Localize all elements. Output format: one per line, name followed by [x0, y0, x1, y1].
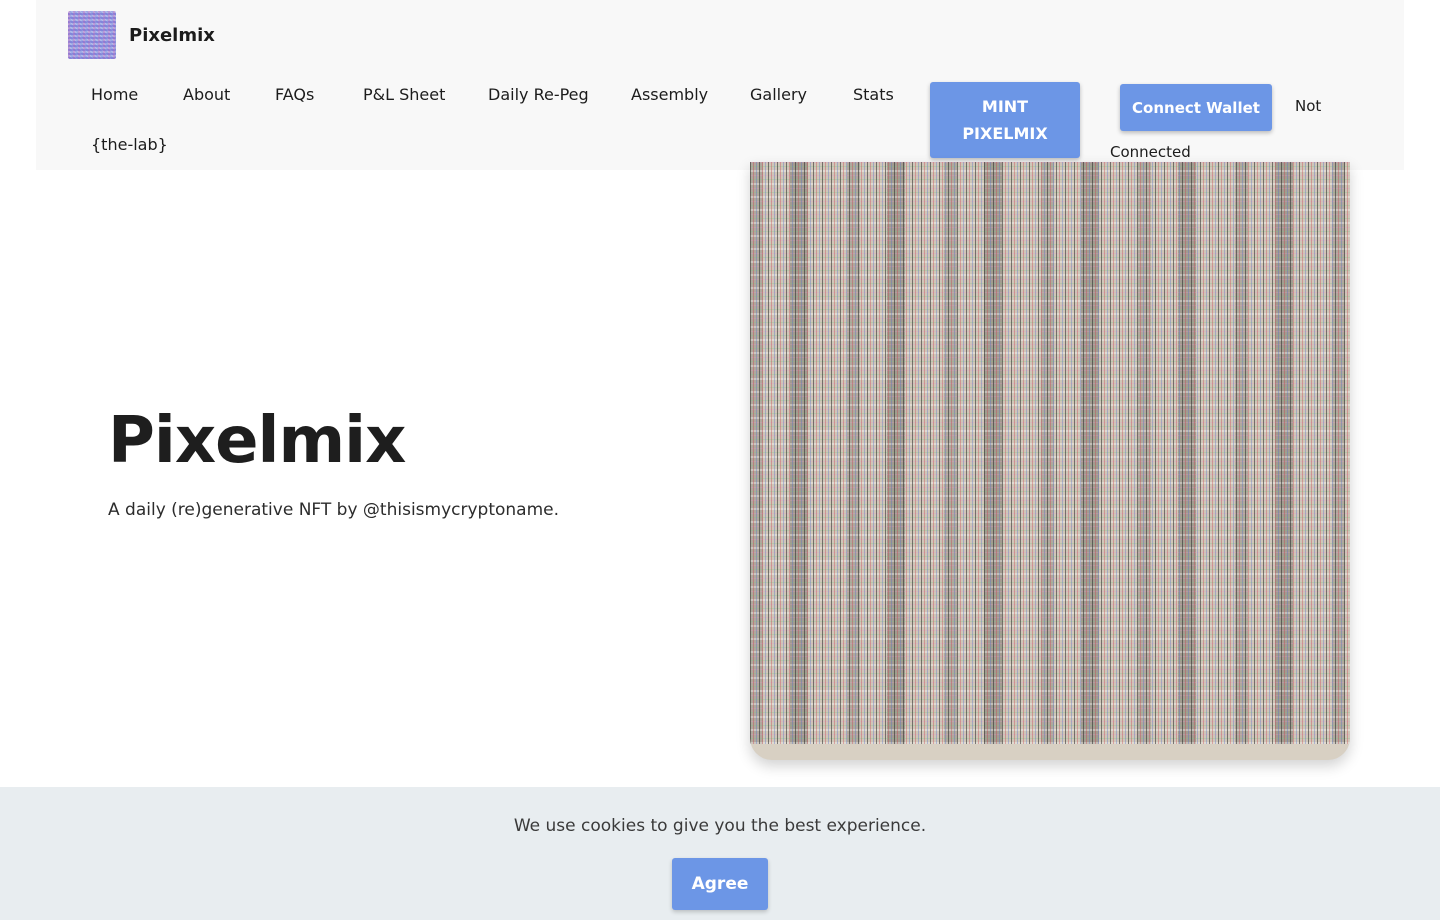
cookie-message: We use cookies to give you the best expe… — [513, 816, 927, 836]
nav-assembly[interactable]: Assembly — [631, 85, 708, 104]
nav-gallery[interactable]: Gallery — [750, 85, 807, 104]
site-header: Pixelmix Home About FAQs P&L Sheet Daily… — [36, 0, 1404, 170]
connect-wallet-button[interactable]: Connect Wallet — [1120, 84, 1272, 131]
nav-stats[interactable]: Stats — [853, 85, 894, 104]
agree-button[interactable]: Agree — [672, 858, 768, 910]
mint-button-line1: MINT — [981, 97, 1029, 116]
nav-pl-sheet[interactable]: P&L Sheet — [363, 85, 445, 104]
nav-about[interactable]: About — [183, 85, 230, 104]
mint-button-line2: PIXELMIX — [962, 124, 1048, 143]
nav-home[interactable]: Home — [91, 85, 138, 104]
wallet-status-line1: Not — [1295, 97, 1322, 115]
wallet-status-line2: Connected — [1110, 143, 1191, 161]
brand[interactable]: Pixelmix — [68, 11, 215, 59]
nav-the-lab[interactable]: {the-lab} — [91, 135, 168, 154]
page: Pixelmix Home About FAQs P&L Sheet Daily… — [0, 0, 1440, 920]
cookie-banner: We use cookies to give you the best expe… — [0, 787, 1440, 920]
hero-title: Pixelmix — [108, 404, 406, 478]
nav-daily-re-peg[interactable]: Daily Re-Peg — [488, 85, 589, 104]
artwork-pattern — [750, 162, 1350, 744]
pixelmix-artwork — [750, 162, 1350, 760]
pixelmix-logo[interactable] — [68, 11, 116, 59]
brand-name[interactable]: Pixelmix — [129, 25, 215, 46]
nav-faqs[interactable]: FAQs — [275, 85, 314, 104]
hero-subtitle: A daily (re)generative NFT by @thisismyc… — [108, 500, 560, 520]
mint-pixelmix-button[interactable]: MINT PIXELMIX — [930, 82, 1080, 158]
